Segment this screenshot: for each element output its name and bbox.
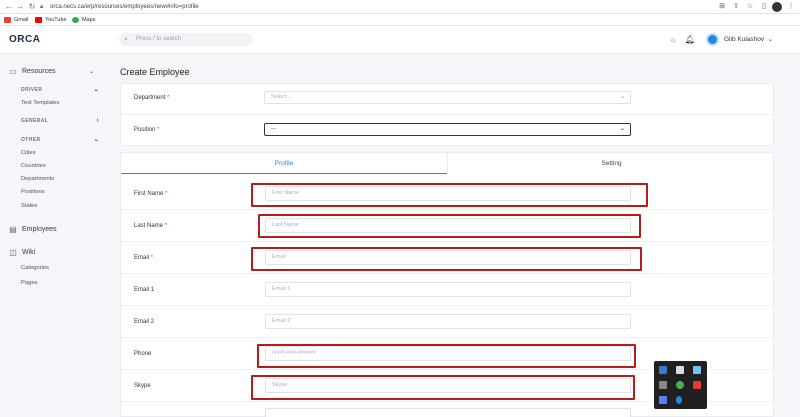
sidebar-item-employees[interactable]: ▤ Employees — [8, 224, 100, 236]
email-2-label: Email 2 — [134, 319, 155, 325]
sidebar-item-pages[interactable]: Pages — [21, 278, 37, 288]
sidebar-group-driver[interactable]: DRIVER ⌄ — [21, 85, 99, 95]
bookmarks-bar: Gmail YouTube Maps — [0, 14, 800, 26]
email-2-input[interactable]: Email 2 — [265, 314, 631, 329]
folder-icon: ▭ — [9, 67, 17, 76]
theme-toggle-icon[interactable]: ☼ — [667, 34, 679, 46]
bell-icon[interactable]: 🔔︎ — [684, 34, 696, 46]
next-field-input[interactable] — [265, 408, 631, 417]
tray-cloud-icon[interactable] — [693, 366, 701, 374]
sidebar-item-categories[interactable]: Categories — [21, 263, 49, 273]
user-menu[interactable]: Glib Kulashov ⌄ — [724, 34, 773, 46]
tray-app-icon[interactable] — [659, 366, 667, 374]
reload-icon[interactable]: ↻ — [27, 2, 37, 12]
search-input[interactable]: ⌕ Press / to search — [119, 33, 253, 46]
email-1-label: Email 1 — [134, 287, 155, 293]
youtube-icon — [35, 17, 42, 23]
email-input[interactable]: Email — [265, 250, 631, 265]
address-bar[interactable]: orca.necs.ca/erp/resources/employees/new… — [50, 2, 199, 12]
profile-avatar-icon[interactable] — [772, 2, 782, 12]
chevron-down-icon: ⌄ — [93, 137, 99, 143]
skype-input[interactable]: Skype — [265, 378, 631, 393]
form-row-email: Email * Email — [121, 242, 775, 274]
sidebar-item-wiki[interactable]: ◫ Wiki — [8, 247, 100, 259]
bookmark-gmail[interactable]: Gmail — [4, 15, 28, 25]
skype-label: Skype — [134, 383, 151, 389]
phone-input[interactable]: (###)-###-###### — [265, 346, 631, 361]
lock-icon: 🔒︎ — [40, 4, 44, 10]
table-icon: ▤ — [9, 225, 17, 234]
tray-security-icon[interactable] — [693, 381, 701, 389]
form-row-last-name: Last Name * Last Name — [121, 210, 775, 242]
tab-setting[interactable]: Setting — [447, 153, 775, 175]
chevron-right-icon: › — [96, 118, 99, 124]
chevron-down-icon: ⌄ — [765, 36, 774, 43]
form-row-first-name: First Name * First Name — [121, 178, 775, 210]
sidebar-item-countries[interactable]: Countries — [21, 161, 46, 171]
first-name-label: First Name * — [134, 191, 168, 197]
sidebar-item-cities[interactable]: Cities — [21, 148, 36, 158]
chevron-down-icon: ⌄ — [88, 69, 94, 75]
maps-icon — [72, 17, 79, 23]
sidebar-group-other[interactable]: OTHER ⌄ — [21, 135, 99, 145]
sidebar-item-resources[interactable]: ▭ Resources ⌄ — [8, 66, 100, 78]
sidebar-item-positions[interactable]: Positions — [21, 187, 45, 197]
back-icon[interactable]: ← — [4, 2, 14, 12]
position-select[interactable]: --- ⌄ — [264, 123, 631, 136]
department-label: Department * — [134, 95, 170, 101]
book-icon: ◫ — [9, 248, 17, 257]
divider — [121, 114, 775, 115]
tab-bar: Profile Setting — [120, 152, 775, 175]
sidebar-item-states[interactable]: States — [21, 201, 37, 211]
sidebar-group-general[interactable]: GENERAL › — [21, 116, 99, 126]
tray-network-icon[interactable] — [676, 366, 684, 374]
department-position-card: Department * Select... ⌄ Position * --- … — [120, 83, 775, 146]
star-icon[interactable]: ☆ — [745, 2, 755, 12]
logo[interactable]: ORCA — [9, 34, 40, 45]
chevron-down-icon: ⌄ — [619, 126, 625, 132]
tray-display-icon[interactable] — [659, 381, 667, 389]
translate-icon[interactable]: ⊞ — [717, 2, 727, 12]
search-icon: ⌕ — [124, 36, 128, 43]
sidepanel-icon[interactable]: ▯ — [759, 2, 769, 12]
chevron-down-icon: ⌄ — [619, 94, 625, 100]
browser-toolbar: ← → ↻ 🔒︎ orca.necs.ca/erp/resources/empl… — [0, 0, 800, 14]
chevron-down-icon: ⌄ — [93, 87, 99, 93]
share-icon[interactable]: ⇪ — [731, 2, 741, 12]
system-tray-popup — [654, 361, 707, 409]
menu-icon[interactable]: ⋮ — [786, 2, 796, 12]
form-row-email-1: Email 1 Email 1 — [121, 274, 775, 306]
form-row-email-2: Email 2 Email 2 — [121, 306, 775, 338]
phone-label: Phone — [134, 351, 152, 357]
sidebar-item-text-templates[interactable]: Text Templates — [21, 98, 60, 108]
search-placeholder: Press / to search — [136, 36, 182, 42]
forward-icon[interactable]: → — [15, 2, 25, 12]
department-select[interactable]: Select... ⌄ — [264, 91, 631, 104]
last-name-input[interactable]: Last Name — [265, 218, 631, 233]
email-label: Email * — [134, 255, 154, 261]
avatar[interactable] — [706, 33, 719, 46]
position-label: Position * — [134, 127, 160, 133]
first-name-input[interactable]: First Name — [265, 186, 631, 201]
email-1-input[interactable]: Email 1 — [265, 282, 631, 297]
gmail-icon — [4, 17, 11, 23]
bookmark-youtube[interactable]: YouTube — [35, 15, 67, 25]
tray-chat-icon[interactable] — [676, 381, 684, 389]
sidebar: ▭ Resources ⌄ DRIVER ⌄ Text Templates GE… — [0, 54, 108, 417]
page-title: Create Employee — [120, 67, 190, 77]
tray-monitor-icon[interactable] — [659, 396, 667, 404]
bookmark-maps[interactable]: Maps — [72, 15, 95, 25]
app-header: ORCA ⌕ Press / to search ☼ 🔔︎ Glib Kulas… — [0, 26, 800, 54]
sidebar-item-departments[interactable]: Departments — [21, 174, 54, 184]
tab-profile[interactable]: Profile — [121, 153, 447, 175]
tray-bluetooth-icon[interactable] — [676, 396, 682, 404]
last-name-label: Last Name * — [134, 223, 168, 229]
